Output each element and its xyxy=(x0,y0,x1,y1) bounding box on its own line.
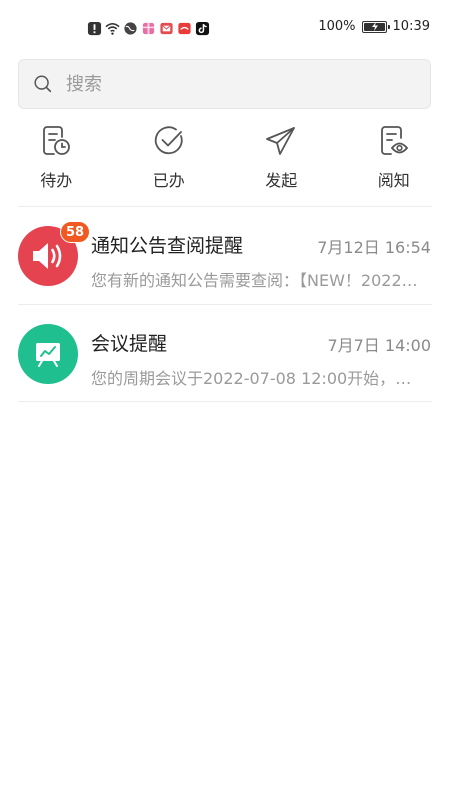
message-time: 7月7日 14:00 xyxy=(327,336,431,355)
alert-icon xyxy=(87,21,102,35)
action-label: 阅知 xyxy=(377,171,410,190)
battery-icon xyxy=(361,20,390,33)
unread-badge: 58 xyxy=(60,221,91,243)
status-bar: 100% 10:39 xyxy=(0,0,450,56)
action-read[interactable]: 阅知 xyxy=(338,124,450,196)
tiktok-icon xyxy=(195,21,210,35)
action-done[interactable]: 已办 xyxy=(113,124,226,196)
speaker-icon xyxy=(33,243,62,269)
list-item-meeting[interactable]: 会议提醒 7月7日 14:00 您的周期会议于2022-07-08 12:00开… xyxy=(0,305,450,403)
todo-clock-icon xyxy=(43,126,71,155)
wifi-icon xyxy=(105,22,120,35)
message-time: 7月12日 16:54 xyxy=(317,238,431,257)
search-bar[interactable] xyxy=(18,59,431,109)
message-title: 通知公告查阅提醒 xyxy=(91,235,244,257)
gift-icon xyxy=(142,22,155,34)
action-initiate[interactable]: 发起 xyxy=(225,124,338,196)
search-icon xyxy=(34,75,52,93)
check-circle-icon xyxy=(154,126,183,155)
mail-icon xyxy=(160,22,173,34)
message-title: 会议提醒 xyxy=(91,333,168,355)
divider xyxy=(18,401,432,402)
app-red-icon xyxy=(178,22,191,34)
message-preview: 您有新的通知公告需要查阅：【NEW！2022年度总结】 xyxy=(91,271,421,290)
avatar xyxy=(18,324,78,384)
battery-percent: 100% xyxy=(318,19,356,34)
list-item-notice[interactable]: 58 通知公告查阅提醒 7月12日 16:54 您有新的通知公告需要查阅：【NE… xyxy=(0,207,450,305)
action-todo[interactable]: 待办 xyxy=(0,124,113,196)
status-time: 10:39 xyxy=(392,19,430,34)
document-eye-icon xyxy=(380,126,408,155)
action-label: 待办 xyxy=(40,171,73,190)
presentation-board-icon xyxy=(36,343,60,367)
globe-icon xyxy=(124,21,137,35)
quick-actions: 待办 已办 发起 阅知 xyxy=(0,124,450,196)
message-preview: 您的周期会议于2022-07-08 12:00开始，请准时参加 xyxy=(91,369,421,388)
status-right: 100% 10:39 xyxy=(318,19,430,34)
search-input[interactable] xyxy=(66,73,366,95)
status-icons xyxy=(87,20,210,36)
action-label: 发起 xyxy=(265,171,298,190)
paper-plane-icon xyxy=(266,127,296,155)
action-label: 已办 xyxy=(152,171,185,190)
